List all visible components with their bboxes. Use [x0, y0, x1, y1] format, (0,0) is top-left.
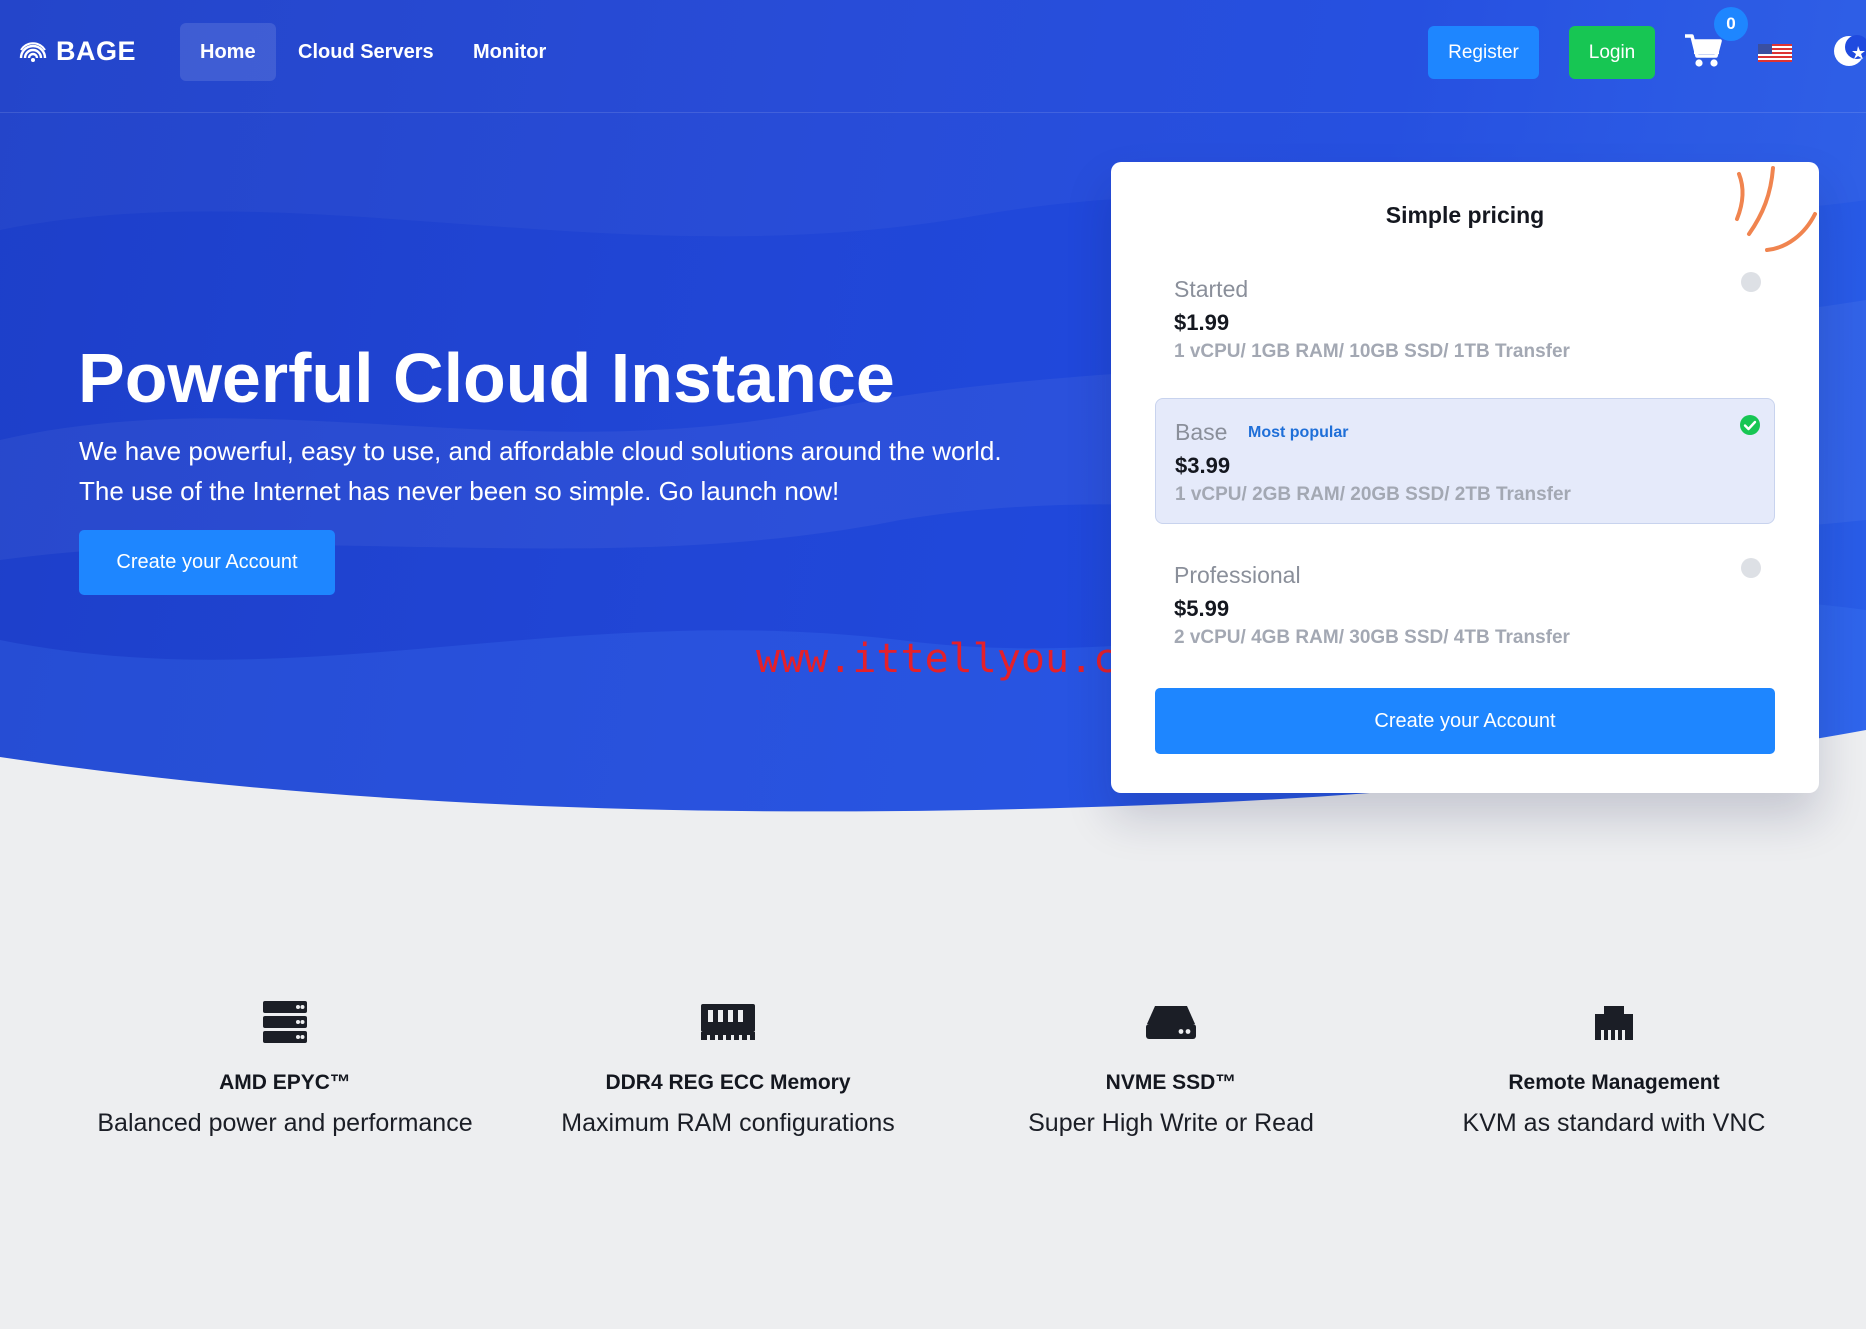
hero-create-account-button[interactable]: Create your Account: [79, 530, 335, 595]
plan-option-professional[interactable]: Professional $5.99 2 vCPU/ 4GB RAM/ 30GB…: [1155, 542, 1775, 668]
feature-description: KVM as standard with VNC: [1462, 1109, 1766, 1137]
pricing-create-account-button[interactable]: Create your Account: [1155, 688, 1775, 754]
plan-name: Started: [1174, 276, 1249, 302]
nav-home[interactable]: Home: [180, 23, 276, 81]
plan-spec: 1 vCPU/ 2GB RAM/ 20GB SSD/ 2TB Transfer: [1175, 484, 1571, 505]
plan-price: $5.99: [1174, 596, 1230, 621]
feature-title: Remote Management: [1508, 1071, 1720, 1094]
plan-spec: 2 vCPU/ 4GB RAM/ 30GB SSD/ 4TB Transfer: [1174, 627, 1570, 648]
plan-name: Professional: [1174, 562, 1301, 588]
feature-description: Balanced power and performance: [97, 1109, 473, 1137]
hero-subtitle-line-1: We have powerful, easy to use, and affor…: [79, 436, 1002, 466]
login-button[interactable]: Login: [1569, 26, 1655, 79]
feature-nvme-ssd: NVME SSD™ Super High Write or Read: [951, 1000, 1391, 1138]
plan-name: Base: [1175, 419, 1228, 445]
pricing-card: Simple pricing Started $1.99 1 vCPU/ 1GB…: [1111, 162, 1819, 793]
pricing-title: Simple pricing: [1385, 202, 1545, 228]
radio-unchecked-icon[interactable]: [1741, 272, 1761, 292]
radio-unchecked-icon[interactable]: [1741, 558, 1761, 578]
register-button[interactable]: Register: [1428, 26, 1539, 79]
top-nav: BAGE Home Cloud Servers Monitor Register…: [0, 0, 1866, 113]
feature-ddr4-memory: DDR4 REG ECC Memory Maximum RAM configur…: [508, 1000, 948, 1138]
brand-logo[interactable]: BAGE: [18, 36, 136, 67]
feature-title: AMD EPYC™: [219, 1071, 351, 1094]
ethernet-icon: [1595, 1006, 1633, 1040]
feature-description: Super High Write or Read: [1028, 1109, 1314, 1137]
feature-title: NVME SSD™: [1105, 1071, 1237, 1094]
plan-price: $1.99: [1174, 310, 1230, 335]
plan-spec: 1 vCPU/ 1GB RAM/ 10GB SSD/ 1TB Transfer: [1174, 341, 1570, 362]
us-flag-icon[interactable]: [1758, 44, 1792, 62]
plan-option-base[interactable]: Base Most popular $3.99 1 vCPU/ 2GB RAM/…: [1155, 398, 1775, 524]
feature-title: DDR4 REG ECC Memory: [605, 1071, 851, 1094]
feature-amd-epyc: AMD EPYC™ Balanced power and performance: [65, 1000, 505, 1138]
hard-drive-icon: [1146, 1006, 1196, 1039]
server-icon: [263, 1001, 307, 1043]
moon-icon[interactable]: [1832, 34, 1866, 68]
most-popular-badge: Most popular: [1248, 424, 1349, 441]
cart-count-badge: 0: [1714, 7, 1748, 41]
watermark-text: www.ittellyou.com: [756, 636, 1166, 682]
hero-title: Powerful Cloud Instance: [78, 339, 895, 417]
memory-icon: [701, 1004, 755, 1040]
nav-monitor[interactable]: Monitor: [453, 23, 566, 81]
check-circle-icon[interactable]: [1740, 415, 1760, 435]
hero-subtitle-line-2: The use of the Internet has never been s…: [79, 476, 840, 506]
plan-option-started[interactable]: Started $1.99 1 vCPU/ 1GB RAM/ 10GB SSD/…: [1155, 256, 1775, 382]
feature-remote-management: Remote Management KVM as standard with V…: [1394, 1000, 1834, 1138]
nav-cloud-servers[interactable]: Cloud Servers: [278, 23, 454, 81]
plan-price: $3.99: [1175, 453, 1231, 478]
feature-description: Maximum RAM configurations: [561, 1109, 895, 1137]
brand-name: BAGE: [56, 36, 137, 66]
cart-icon[interactable]: [1683, 30, 1723, 70]
wifi-globe-icon: [19, 41, 47, 62]
